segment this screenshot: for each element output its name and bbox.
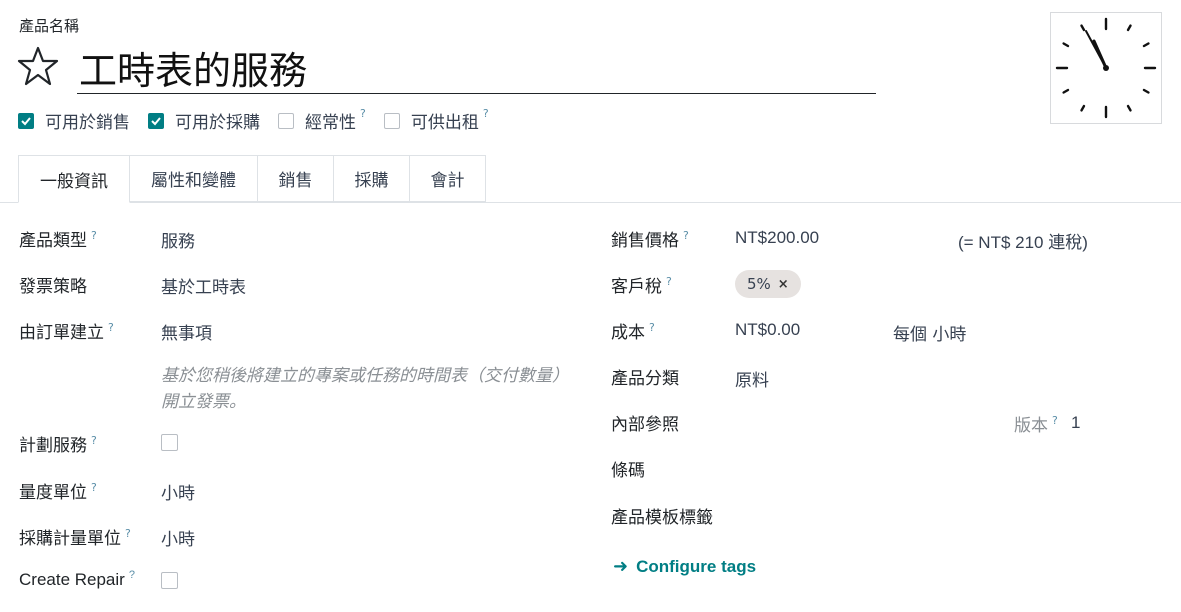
purchase-uom-value[interactable]: 小時 xyxy=(161,525,195,550)
create-on-order-value[interactable]: 無事項 xyxy=(161,319,212,344)
invoice-policy-label: 發票策略 xyxy=(19,277,87,297)
tax-tag-label: 5% xyxy=(747,275,771,293)
create-repair-label-text: Create Repair xyxy=(19,570,125,589)
product-type-label: 產品類型? xyxy=(19,226,97,251)
tab-general-info[interactable]: 一般資訊 xyxy=(18,155,130,203)
tab-sales[interactable]: 銷售 xyxy=(258,155,334,202)
can-be-sold-option[interactable]: 可用於銷售 xyxy=(18,108,130,133)
tab-accounting[interactable]: 會計 xyxy=(410,155,486,202)
version-label: 版本? xyxy=(1014,411,1058,436)
product-title[interactable]: 工時表的服務 xyxy=(79,40,307,95)
tab-bar: 一般資訊 屬性和變體 銷售 採購 會計 xyxy=(18,155,486,203)
plan-services-label: 計劃服務? xyxy=(19,431,97,456)
tab-attributes-variants[interactable]: 屬性和變體 xyxy=(130,155,258,202)
recurring-label: 經常性 xyxy=(305,113,356,133)
cost-per-unit: 每個 小時 xyxy=(893,325,967,345)
sales-price-label: 銷售價格? xyxy=(611,226,689,251)
create-repair-checkbox[interactable] xyxy=(161,572,178,589)
invoice-policy-value[interactable]: 基於工時表 xyxy=(161,273,246,298)
can-be-sold-checkbox[interactable] xyxy=(18,112,34,129)
plan-services-help-icon[interactable]: ? xyxy=(91,434,97,447)
cost-help-icon[interactable]: ? xyxy=(649,321,655,334)
purchase-uom-help-icon[interactable]: ? xyxy=(125,527,131,540)
configure-tags-link[interactable]: ➜ Configure tags xyxy=(613,556,756,577)
tax-tag-remove-icon[interactable]: × xyxy=(778,277,789,292)
recurring-option[interactable]: 經常性 ? xyxy=(278,107,366,133)
create-on-order-label-text: 由訂單建立 xyxy=(19,323,104,343)
check-icon xyxy=(151,116,161,125)
create-on-order-label: 由訂單建立? xyxy=(19,318,114,343)
recurring-help-icon[interactable]: ? xyxy=(360,107,366,120)
create-repair-label: Create Repair? xyxy=(19,569,135,590)
configure-tags-text: Configure tags xyxy=(636,556,757,576)
internal-reference-label: 內部參照 xyxy=(611,415,679,435)
product-category-value[interactable]: 原料 xyxy=(735,366,769,391)
version-value[interactable]: 1 xyxy=(1071,413,1080,433)
clock-icon xyxy=(1055,17,1157,119)
product-type-value[interactable]: 服務 xyxy=(161,227,195,252)
check-icon xyxy=(21,116,31,125)
star-icon[interactable] xyxy=(16,44,60,88)
customer-tax-label: 客戶稅? xyxy=(611,272,672,297)
rentable-help-icon[interactable]: ? xyxy=(483,107,489,120)
sales-price-help-icon[interactable]: ? xyxy=(683,229,689,242)
recurring-checkbox[interactable] xyxy=(278,112,294,129)
plan-services-label-text: 計劃服務 xyxy=(19,436,87,456)
tax-tag[interactable]: 5% × xyxy=(735,270,801,298)
version-help-icon[interactable]: ? xyxy=(1052,414,1058,427)
template-tags-label: 產品模板標籤 xyxy=(611,508,713,528)
sales-price-tax-included: (= NT$ 210 連稅) xyxy=(958,233,1088,252)
rentable-option[interactable]: 可供出租 ? xyxy=(383,107,489,133)
cost-label: 成本? xyxy=(611,318,655,343)
cost-value[interactable]: NT$0.00 xyxy=(735,320,800,340)
can-be-purchased-checkbox[interactable] xyxy=(148,112,164,129)
uom-label: 量度單位? xyxy=(19,478,97,503)
arrow-right-icon: ➜ xyxy=(613,556,629,577)
uom-label-text: 量度單位 xyxy=(19,483,87,503)
create-on-order-help-icon[interactable]: ? xyxy=(108,321,114,334)
sales-price-label-text: 銷售價格 xyxy=(611,231,679,251)
title-underline xyxy=(77,93,876,94)
template-tags-input[interactable] xyxy=(735,500,1135,526)
product-type-label-text: 產品類型 xyxy=(19,231,87,251)
can-be-purchased-option[interactable]: 可用於採購 xyxy=(148,108,260,133)
barcode-input[interactable] xyxy=(735,454,1135,480)
product-name-label: 產品名稱 xyxy=(19,17,80,35)
purchase-uom-label-text: 採購計量單位 xyxy=(19,529,121,549)
can-be-purchased-label: 可用於採購 xyxy=(175,113,260,133)
purchase-uom-label: 採購計量單位? xyxy=(19,524,131,549)
uom-value[interactable]: 小時 xyxy=(161,479,195,504)
product-image[interactable] xyxy=(1050,12,1162,124)
plan-services-checkbox[interactable] xyxy=(161,434,178,451)
rentable-checkbox[interactable] xyxy=(383,112,400,129)
customer-tax-label-text: 客戶稅 xyxy=(611,277,662,297)
invoice-policy-note: 基於您稍後將建立的專案或任務的時間表（交付數量）開立發票。 xyxy=(161,366,561,412)
customer-tax-help-icon[interactable]: ? xyxy=(666,275,672,288)
cost-label-text: 成本 xyxy=(611,323,645,343)
product-category-label: 產品分類 xyxy=(611,369,679,389)
create-repair-help-icon[interactable]: ? xyxy=(129,569,135,581)
product-flags: 可用於銷售 可用於採購 經常性 ? 可供出租 ? xyxy=(18,107,507,133)
tab-purchase[interactable]: 採購 xyxy=(334,155,410,202)
barcode-label: 條碼 xyxy=(611,461,645,481)
can-be-sold-label: 可用於銷售 xyxy=(45,113,130,133)
product-type-help-icon[interactable]: ? xyxy=(91,229,97,242)
version-label-text: 版本 xyxy=(1014,416,1048,436)
internal-reference-input[interactable] xyxy=(735,408,995,434)
rentable-label: 可供出租 xyxy=(410,113,479,133)
uom-help-icon[interactable]: ? xyxy=(91,481,97,494)
sales-price-value[interactable]: NT$200.00 xyxy=(735,228,819,248)
